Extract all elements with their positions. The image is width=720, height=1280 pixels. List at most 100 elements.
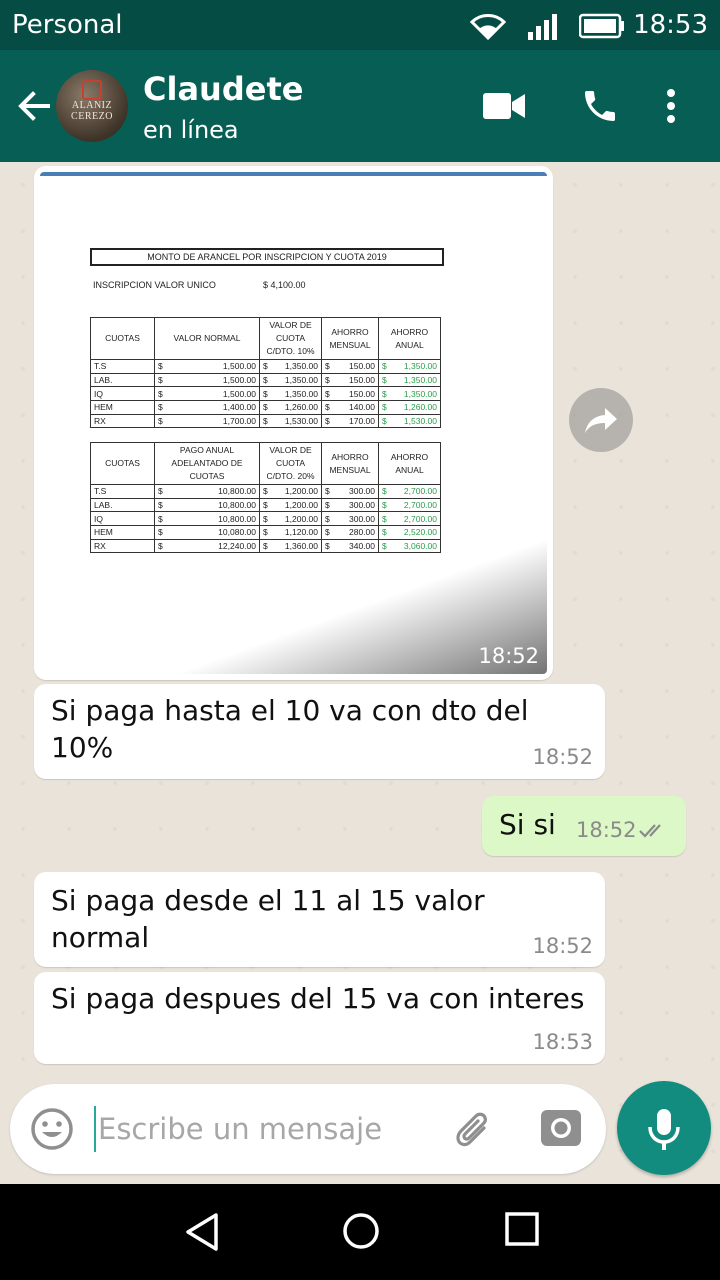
incoming-message[interactable]: Si paga desde el 11 al 15 valor normal 1… — [34, 872, 605, 967]
cell-value: 1,530.00 — [284, 416, 318, 427]
message-text: Si paga hasta el 10 va con dto del 10% — [51, 694, 529, 764]
table-cell: $1,350.00 — [378, 372, 441, 388]
currency-symbol: $ — [325, 402, 330, 413]
cell-value: 300.00 — [349, 513, 375, 524]
table-row: LAB. $1,500.00 $1,350.00 $150.00 $1,350.00 — [90, 372, 441, 388]
currency-symbol: $ — [263, 388, 268, 399]
cell-value: 1,200.00 — [284, 486, 318, 497]
table-cell: $1,500.00 — [154, 372, 260, 388]
currency-symbol: $ — [382, 416, 387, 427]
wifi-icon — [469, 14, 506, 41]
nav-home-icon[interactable] — [342, 1212, 380, 1250]
outgoing-message[interactable]: Si si 18:52 — [482, 796, 686, 856]
table-cell: IQ — [90, 386, 155, 402]
table-cell: $170.00 — [321, 413, 379, 429]
cell-value: 10,800.00 — [218, 500, 256, 511]
cell-value: 1,350.00 — [403, 388, 437, 399]
currency-symbol: $ — [382, 388, 387, 399]
cell-value: 150.00 — [349, 361, 375, 372]
contact-name[interactable]: Claudete — [143, 70, 303, 108]
cell-value: 1,500.00 — [222, 361, 256, 372]
table-cell: $1,530.00 — [378, 413, 441, 429]
signal-icon — [527, 14, 557, 40]
voice-message-button[interactable] — [617, 1081, 711, 1175]
document-image[interactable]: MONTO DE ARANCEL POR INSCRIPCION Y CUOTA… — [40, 172, 547, 674]
incoming-message[interactable]: Si paga hasta el 10 va con dto del 10% 1… — [34, 684, 605, 779]
currency-symbol: $ — [158, 513, 163, 524]
message-text: Si paga despues del 15 va con interes — [51, 982, 585, 1015]
contact-avatar[interactable]: ALANIZ CEREZO — [56, 70, 128, 142]
cell-value: 1,350.00 — [284, 361, 318, 372]
table-cell: $2,700.00 — [378, 484, 441, 499]
table-cell: $300.00 — [321, 497, 379, 513]
table-cell: $1,700.00 — [154, 413, 260, 429]
table-cell: $1,260.00 — [378, 400, 441, 415]
more-options-icon[interactable] — [664, 88, 678, 124]
table-cell: $150.00 — [321, 372, 379, 388]
cell-value: 1,700.00 — [222, 416, 256, 427]
incoming-message[interactable]: Si paga despues del 15 va con interes 18… — [34, 972, 605, 1064]
table-cell: LAB. — [90, 372, 155, 388]
nav-back-icon[interactable] — [183, 1212, 221, 1252]
camera-icon[interactable] — [540, 1108, 582, 1148]
forward-button[interactable] — [569, 388, 633, 452]
currency-symbol: $ — [263, 375, 268, 386]
cell-value: 1,200.00 — [284, 500, 318, 511]
table-header-cell: AHORRO MENSUAL — [321, 317, 379, 360]
chat-header: ALANIZ CEREZO Claudete en línea — [0, 50, 720, 162]
currency-symbol: $ — [382, 486, 387, 497]
cell-value: 1,350.00 — [284, 388, 318, 399]
cell-value: 2,700.00 — [403, 513, 437, 524]
table-cell: T.S — [90, 484, 155, 499]
currency-symbol: $ — [263, 486, 268, 497]
table-cell: $150.00 — [321, 359, 379, 374]
currency-symbol: $ — [158, 486, 163, 497]
cell-value: 1,500.00 — [222, 375, 256, 386]
nav-recents-icon[interactable] — [505, 1212, 539, 1246]
image-message[interactable]: MONTO DE ARANCEL POR INSCRIPCION Y CUOTA… — [34, 166, 553, 680]
table-row: T.S $1,500.00 $1,350.00 $150.00 $1,350.00 — [90, 359, 441, 374]
status-bar: Personal 18:53 — [0, 0, 720, 50]
table-cell: $150.00 — [321, 386, 379, 402]
cell-value: 1,200.00 — [284, 513, 318, 524]
message-text: Si si — [499, 808, 556, 841]
currency-symbol: $ — [158, 361, 163, 372]
table-cell: $1,200.00 — [259, 497, 322, 513]
cell-value: 150.00 — [349, 388, 375, 399]
table-cell: $1,350.00 — [378, 386, 441, 402]
cell-value: 2,700.00 — [403, 486, 437, 497]
currency-symbol: $ — [158, 388, 163, 399]
cell-value: 1,350.00 — [284, 375, 318, 386]
back-arrow-icon[interactable] — [14, 86, 54, 126]
currency-symbol: $ — [263, 402, 268, 413]
currency-symbol: $ — [263, 513, 268, 524]
table-cell: $1,350.00 — [259, 372, 322, 388]
contact-status: en línea — [143, 116, 239, 144]
cell-value: 300.00 — [349, 486, 375, 497]
cell-value: 1,260.00 — [403, 402, 437, 413]
cell-value: 1,500.00 — [222, 388, 256, 399]
fee-table-monthly: CUOTAS VALOR NORMAL VALOR DE CUOTA C/DTO. … — [90, 317, 441, 429]
forward-icon — [585, 408, 617, 433]
system-nav-bar — [0, 1184, 720, 1280]
attach-icon[interactable] — [450, 1106, 496, 1152]
table-header-cell: AHORRO ANUAL — [378, 442, 441, 485]
read-receipt-icon — [639, 824, 661, 838]
currency-symbol: $ — [325, 375, 330, 386]
carrier-name: Personal — [12, 10, 123, 40]
phone-call-icon[interactable] — [580, 86, 620, 126]
document-title: MONTO DE ARANCEL POR INSCRIPCION Y CUOTA… — [90, 248, 444, 266]
video-call-icon[interactable] — [482, 92, 526, 120]
cell-value: 300.00 — [349, 500, 375, 511]
table-header-cell: VALOR DE CUOTA C/DTO. 20% — [259, 442, 322, 485]
table-row: RX $1,700.00 $1,530.00 $170.00 $1,530.00 — [90, 413, 441, 429]
currency-symbol: $ — [158, 402, 163, 413]
message-input[interactable] — [94, 1106, 434, 1152]
table-cell: $1,260.00 — [259, 400, 322, 415]
message-time: 18:52 — [532, 745, 593, 769]
table-header-cell: AHORRO ANUAL — [378, 317, 441, 360]
cell-value: 170.00 — [349, 416, 375, 427]
chat-area[interactable]: MONTO DE ARANCEL POR INSCRIPCION Y CUOTA… — [0, 162, 720, 1184]
message-time: 18:53 — [532, 1030, 593, 1054]
emoji-icon[interactable] — [30, 1107, 74, 1151]
